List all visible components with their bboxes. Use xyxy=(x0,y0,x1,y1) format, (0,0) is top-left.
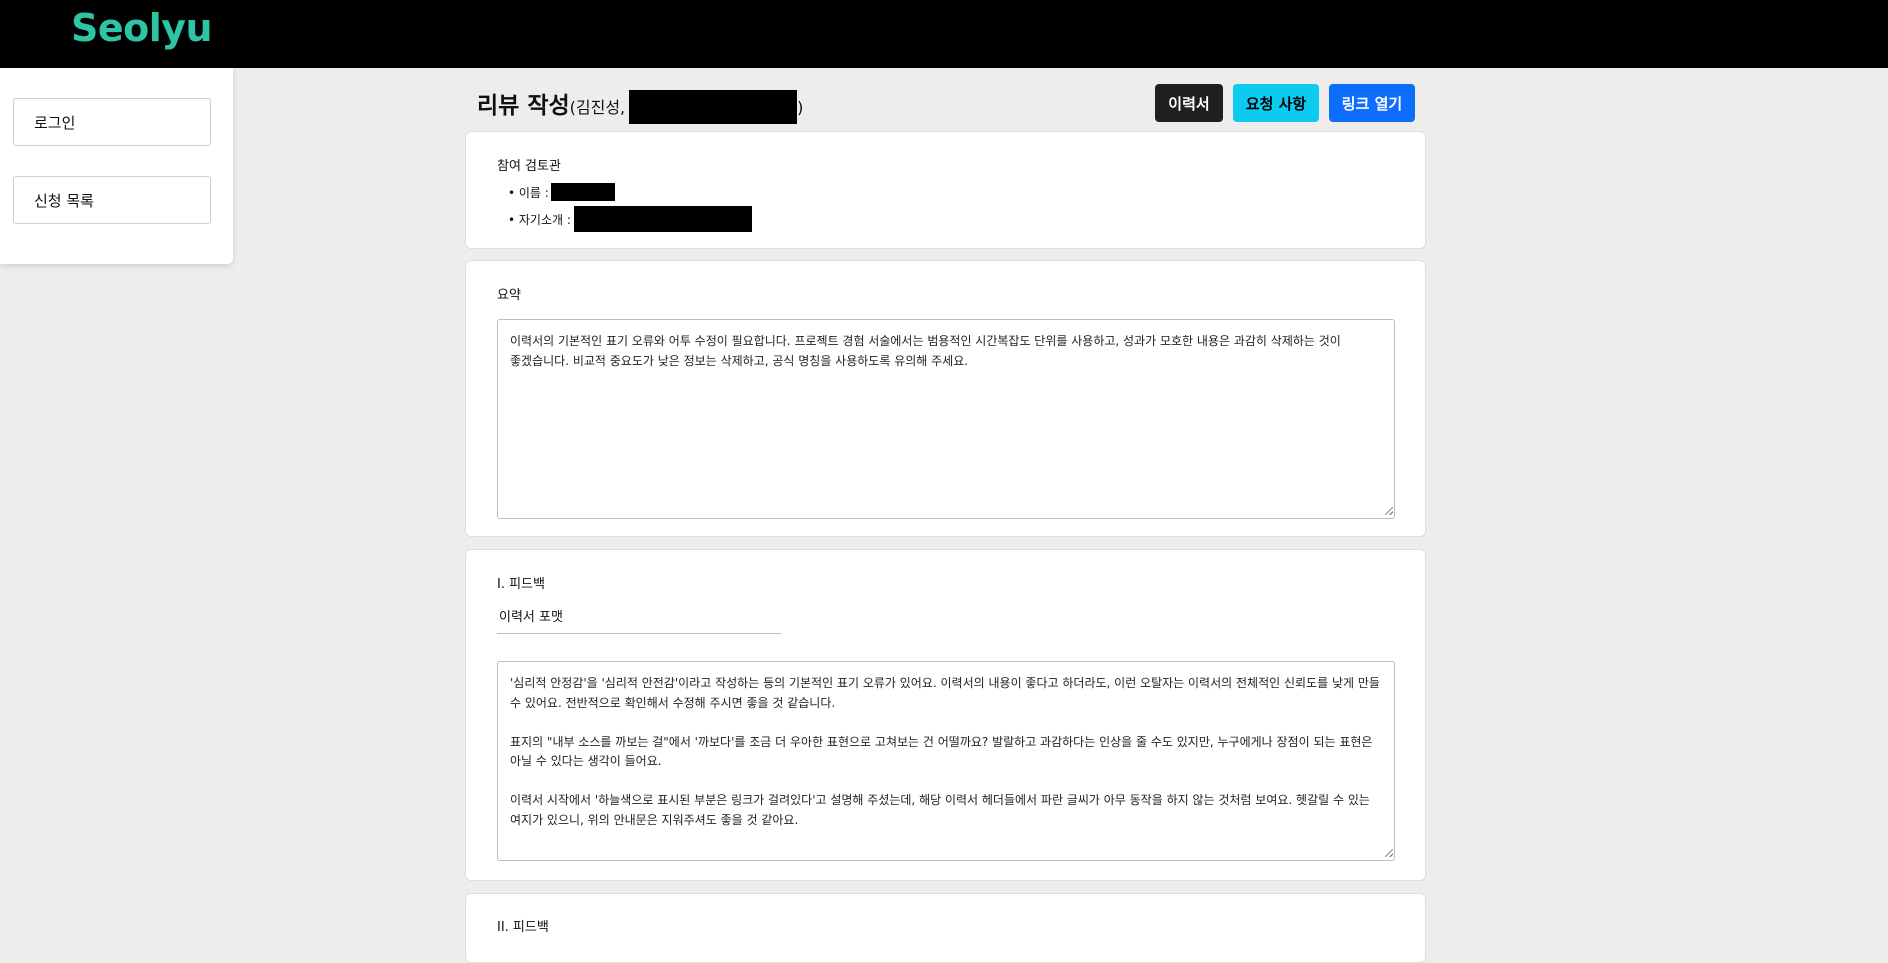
feedback-card-2: II. 피드백 xyxy=(465,893,1426,963)
resume-button[interactable]: 이력서 xyxy=(1155,84,1223,122)
feedback1-category-field[interactable]: 이력서 포맷 xyxy=(497,606,781,634)
redacted-name xyxy=(550,183,615,201)
sidebar: 로그인 신청 목록 xyxy=(0,68,233,264)
feedback2-heading: II. 피드백 xyxy=(497,920,549,935)
reviewer-intro-row: • 자기소개 : xyxy=(508,206,752,232)
top-navbar: Seolyu xyxy=(0,0,1888,68)
page-title: 리뷰 작성(김진성,) xyxy=(477,86,803,124)
redacted-intro xyxy=(573,206,752,232)
open-link-button[interactable]: 링크 열기 xyxy=(1329,84,1415,122)
sidebar-item-application-list[interactable]: 신청 목록 xyxy=(13,176,211,224)
reviewer-card: 참여 검토관 • 이름 : • 자기소개 : xyxy=(465,131,1426,249)
app-logo[interactable]: Seolyu xyxy=(71,6,213,50)
page-subtitle-suffix: ) xyxy=(797,98,804,117)
reviewer-heading: 참여 검토관 xyxy=(497,159,561,174)
summary-textarea[interactable]: 이력서의 기본적인 표기 오류와 어투 수정이 필요합니다. 프로젝트 경험 서… xyxy=(497,319,1395,519)
reviewer-name-row: • 이름 : xyxy=(508,183,615,201)
feedback1-heading: I. 피드백 xyxy=(497,577,545,592)
page-subtitle-prefix: (김진성, xyxy=(569,98,626,117)
feedback1-textarea[interactable]: '심리적 안정감'을 '심리적 안전감'이라고 작성하는 등의 기본적인 표기 … xyxy=(497,661,1395,861)
summary-card: 요약 이력서의 기본적인 표기 오류와 어투 수정이 필요합니다. 프로젝트 경… xyxy=(465,260,1426,537)
reviewer-intro-label: • 자기소개 : xyxy=(508,212,571,227)
redacted-block xyxy=(629,89,798,124)
page-title-text: 리뷰 작성 xyxy=(477,93,570,119)
feedback-card-1: I. 피드백 이력서 포맷 '심리적 안정감'을 '심리적 안전감'이라고 작성… xyxy=(465,549,1426,881)
requests-button[interactable]: 요청 사항 xyxy=(1233,84,1319,122)
reviewer-name-label: • 이름 : xyxy=(508,185,549,200)
page-header: 리뷰 작성(김진성,) 이력서 요청 사항 링크 열기 xyxy=(477,84,1415,124)
summary-heading: 요약 xyxy=(497,288,521,303)
summary-resize-handle[interactable] xyxy=(1385,507,1393,515)
sidebar-item-login[interactable]: 로그인 xyxy=(13,98,211,146)
feedback1-resize-handle[interactable] xyxy=(1385,849,1393,857)
